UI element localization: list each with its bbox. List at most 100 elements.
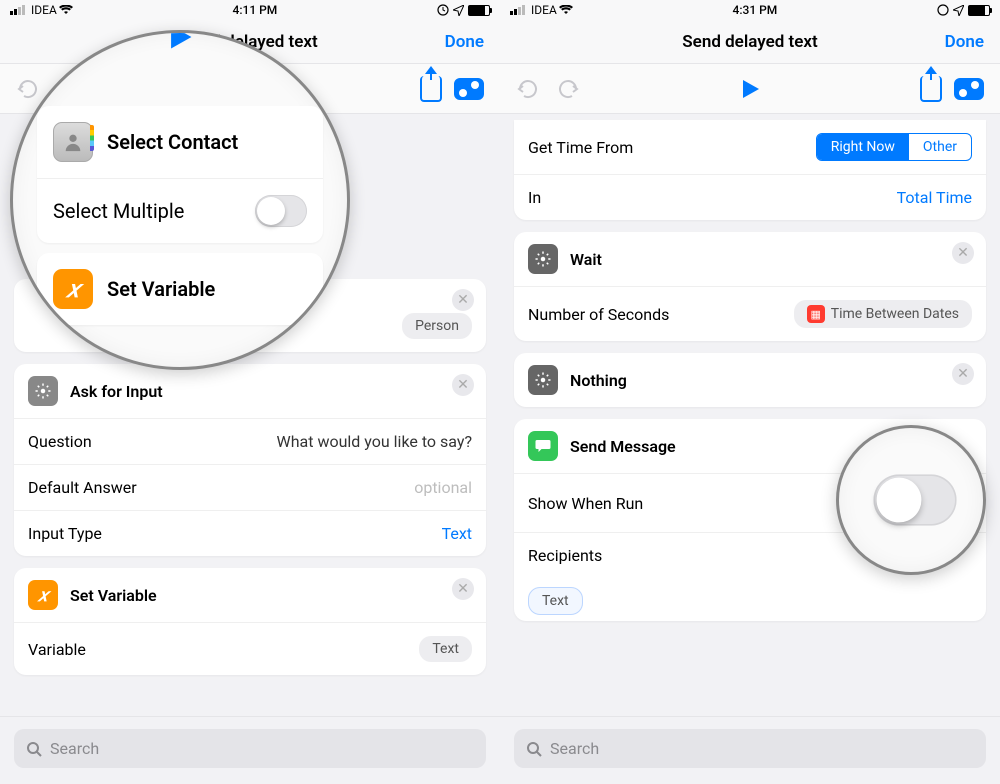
phone-right: IDEA 4:31 PM Send delayed text Done Get … bbox=[500, 0, 1000, 784]
select-contact-title: Select Contact bbox=[107, 130, 238, 154]
question-row[interactable]: Question What would you like to say? bbox=[14, 418, 486, 464]
ask-for-input-card[interactable]: ✕ Ask for Input Question What would you … bbox=[14, 364, 486, 556]
undo-icon[interactable] bbox=[516, 77, 540, 101]
text-variable-pill[interactable]: Text bbox=[528, 587, 583, 615]
card-title: Ask for Input bbox=[70, 382, 163, 401]
rotation-lock-icon bbox=[437, 4, 449, 16]
magnifier-callout: Select Contact Select Multiple 𝑥 Set Var… bbox=[10, 30, 350, 370]
undo-redo-group bbox=[516, 77, 580, 101]
carrier-label: IDEA bbox=[531, 3, 557, 17]
search-placeholder: Search bbox=[50, 739, 99, 758]
set-variable-title: Set Variable bbox=[107, 277, 215, 301]
card-title: Set Variable bbox=[70, 586, 157, 605]
input-type-label: Input Type bbox=[28, 524, 102, 543]
redo-icon[interactable] bbox=[556, 77, 580, 101]
time-source-segmented[interactable]: Right Now Other bbox=[816, 133, 972, 161]
set-variable-card-2[interactable]: ✕ 𝑥 Set Variable Variable Text bbox=[14, 568, 486, 675]
signal-bars-icon bbox=[510, 5, 525, 15]
get-time-card[interactable]: Get Time From Right Now Other In Total T… bbox=[514, 120, 986, 220]
signal-group: IDEA bbox=[10, 3, 73, 17]
nav-bar: Send delayed text Done bbox=[500, 20, 1000, 64]
wait-card[interactable]: ✕ Wait Number of Seconds ▦ Time Between … bbox=[514, 232, 986, 341]
status-right bbox=[437, 4, 490, 16]
get-time-label: Get Time From bbox=[528, 138, 633, 157]
settings-toggle-button[interactable] bbox=[954, 78, 984, 100]
gear-icon bbox=[28, 376, 58, 406]
variable-person-pill[interactable]: Person bbox=[402, 313, 472, 339]
location-icon bbox=[453, 5, 464, 16]
gear-icon bbox=[528, 365, 558, 395]
variable-icon: 𝑥 bbox=[53, 269, 93, 309]
close-icon[interactable]: ✕ bbox=[452, 578, 474, 600]
contacts-icon bbox=[53, 122, 93, 162]
status-bar: IDEA 4:11 PM bbox=[0, 0, 500, 20]
battery-icon bbox=[468, 5, 490, 16]
variable-label: Variable bbox=[28, 640, 86, 659]
seg-right-now[interactable]: Right Now bbox=[817, 134, 909, 160]
variable-row[interactable]: Variable Text bbox=[14, 622, 486, 675]
search-footer: Search bbox=[500, 716, 1000, 784]
time-between-dates-pill[interactable]: ▦ Time Between Dates bbox=[794, 300, 972, 328]
card-title: Wait bbox=[570, 250, 602, 269]
question-value: What would you like to say? bbox=[277, 432, 472, 451]
close-icon[interactable]: ✕ bbox=[952, 363, 974, 385]
status-bar: IDEA 4:31 PM bbox=[500, 0, 1000, 20]
question-label: Question bbox=[28, 432, 92, 451]
search-icon bbox=[26, 741, 42, 757]
signal-bars-icon bbox=[10, 5, 25, 15]
default-answer-value: optional bbox=[414, 478, 472, 497]
card-title: Send Message bbox=[570, 437, 676, 456]
wifi-icon bbox=[559, 5, 573, 15]
recipients-label: Recipients bbox=[528, 546, 602, 565]
magnifier-callout bbox=[836, 425, 986, 575]
wifi-icon bbox=[59, 5, 73, 15]
select-multiple-toggle[interactable] bbox=[255, 195, 307, 227]
close-icon[interactable]: ✕ bbox=[952, 242, 974, 264]
carrier-label: IDEA bbox=[31, 3, 57, 17]
clock: 4:11 PM bbox=[233, 3, 278, 17]
play-button[interactable] bbox=[739, 78, 761, 100]
in-label: In bbox=[528, 188, 541, 207]
phone-left: IDEA 4:11 PM Send delayed text Done bbox=[0, 0, 500, 784]
settings-toggle-button[interactable] bbox=[454, 78, 484, 100]
calendar-icon: ▦ bbox=[807, 305, 825, 323]
input-type-value: Text bbox=[442, 524, 472, 543]
variable-icon: 𝑥 bbox=[28, 580, 58, 610]
messages-icon bbox=[528, 431, 558, 461]
search-icon bbox=[526, 741, 542, 757]
nothing-card[interactable]: ✕ Nothing bbox=[514, 353, 986, 407]
close-icon[interactable]: ✕ bbox=[452, 289, 474, 311]
search-placeholder: Search bbox=[550, 739, 599, 758]
card-title: Nothing bbox=[570, 371, 627, 390]
share-button[interactable] bbox=[420, 76, 442, 102]
rotation-lock-icon bbox=[937, 4, 949, 16]
signal-group: IDEA bbox=[510, 3, 573, 17]
status-right bbox=[937, 4, 990, 16]
undo-icon[interactable] bbox=[16, 77, 40, 101]
battery-icon bbox=[968, 5, 990, 16]
default-answer-row[interactable]: Default Answer optional bbox=[14, 464, 486, 510]
show-when-run-label: Show When Run bbox=[528, 494, 643, 513]
show-when-run-toggle-zoomed[interactable] bbox=[873, 474, 956, 525]
search-input[interactable]: Search bbox=[514, 729, 986, 768]
share-button[interactable] bbox=[920, 76, 942, 102]
clock: 4:31 PM bbox=[733, 3, 778, 17]
message-body-area[interactable]: Text bbox=[514, 578, 986, 621]
select-multiple-label: Select Multiple bbox=[53, 199, 184, 223]
done-button[interactable]: Done bbox=[445, 32, 484, 52]
default-answer-label: Default Answer bbox=[28, 478, 137, 497]
search-footer: Search bbox=[0, 716, 500, 784]
seconds-label: Number of Seconds bbox=[528, 305, 669, 324]
input-type-row[interactable]: Input Type Text bbox=[14, 510, 486, 556]
location-icon bbox=[953, 5, 964, 16]
gear-icon bbox=[528, 244, 558, 274]
variable-text-pill[interactable]: Text bbox=[419, 636, 472, 662]
seg-other[interactable]: Other bbox=[909, 134, 971, 160]
seconds-row[interactable]: Number of Seconds ▦ Time Between Dates bbox=[514, 286, 986, 341]
close-icon[interactable]: ✕ bbox=[452, 374, 474, 396]
done-button[interactable]: Done bbox=[945, 32, 984, 52]
editor-toolbar bbox=[500, 64, 1000, 114]
play-button[interactable] bbox=[166, 30, 194, 51]
in-value[interactable]: Total Time bbox=[897, 188, 972, 207]
search-input[interactable]: Search bbox=[14, 729, 486, 768]
